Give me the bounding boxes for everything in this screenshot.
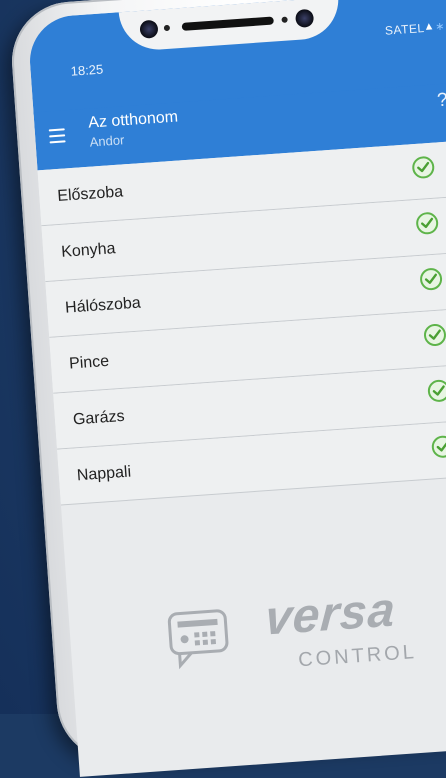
page-title: Az otthonom bbox=[87, 108, 179, 132]
help-icon[interactable]: ? bbox=[436, 90, 446, 113]
status-time: 18:25 bbox=[70, 61, 104, 79]
camera-icon bbox=[139, 19, 159, 39]
phone-screen: 18:25 SATEL ▲ ∗ Az otthonom Andor ? Elős… bbox=[26, 0, 446, 777]
status-carrier: SATEL bbox=[384, 21, 426, 38]
check-ok-icon bbox=[431, 435, 446, 459]
brand-product: CONTROL bbox=[297, 641, 418, 672]
page-subtitle: Andor bbox=[89, 132, 125, 150]
zone-name: Konyha bbox=[60, 240, 117, 261]
bluetooth-icon: ∗ bbox=[434, 20, 445, 34]
check-ok-icon bbox=[423, 323, 446, 347]
wifi-icon: ▲ bbox=[423, 20, 435, 34]
branding: versa CONTROL bbox=[66, 547, 446, 777]
sensor-dot bbox=[281, 16, 288, 23]
notch bbox=[118, 0, 341, 53]
check-ok-icon bbox=[419, 267, 443, 291]
hamburger-menu-icon[interactable] bbox=[48, 128, 66, 147]
keypad-logo-icon bbox=[167, 609, 229, 670]
zone-name: Nappali bbox=[76, 463, 132, 485]
zone-name: Előszoba bbox=[56, 183, 124, 205]
check-ok-icon bbox=[427, 379, 446, 403]
zone-name: Hálószoba bbox=[64, 294, 142, 317]
zone-name: Garázs bbox=[72, 407, 126, 429]
speaker-grille bbox=[181, 16, 274, 31]
camera-icon bbox=[294, 8, 315, 28]
check-ok-icon bbox=[415, 211, 439, 236]
zone-name: Pince bbox=[68, 352, 110, 373]
brand-name: versa bbox=[263, 583, 398, 646]
check-ok-icon bbox=[411, 155, 436, 180]
sensor-dot bbox=[163, 24, 171, 32]
zone-list: Előszoba Konyha Hálószoba Pince Garázs Nappal… bbox=[37, 139, 446, 506]
phone-frame: 18:25 SATEL ▲ ∗ Az otthonom Andor ? Elős… bbox=[8, 0, 446, 777]
